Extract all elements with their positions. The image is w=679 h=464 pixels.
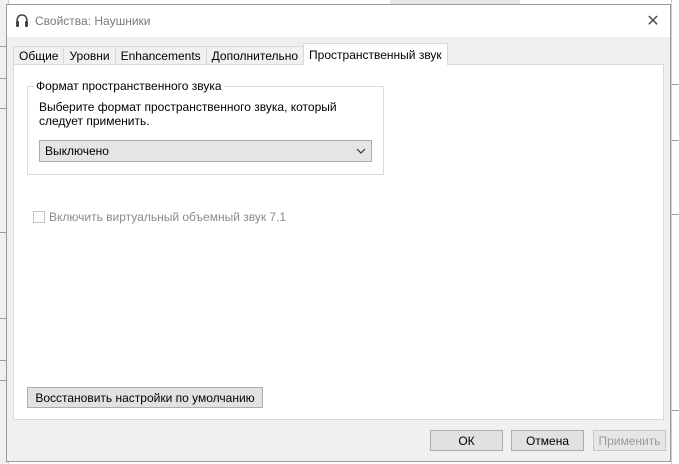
headphones-icon xyxy=(16,14,28,27)
tab-panel-spatial-sound: Формат пространственного звука Выберите … xyxy=(13,64,664,420)
properties-dialog: Свойства: Наушники ✕ Общие Уровни Enhanc… xyxy=(6,4,671,462)
cancel-button[interactable]: Отмена xyxy=(511,430,584,451)
tab-advanced[interactable]: Дополнительно xyxy=(205,46,305,65)
chevron-down-icon xyxy=(356,148,366,154)
ok-button[interactable]: ОК xyxy=(430,430,503,451)
background-window-right xyxy=(671,0,679,464)
tab-general[interactable]: Общие xyxy=(13,46,65,65)
tab-levels[interactable]: Уровни xyxy=(63,46,116,65)
spatial-format-dropdown[interactable]: Выключено xyxy=(39,140,372,162)
spatial-format-group-title: Формат пространственного звука xyxy=(34,79,224,93)
tab-spatial-sound[interactable]: Пространственный звук xyxy=(303,43,448,66)
window-title: Свойства: Наушники xyxy=(35,14,151,28)
spatial-format-group: Формат пространственного звука Выберите … xyxy=(27,79,384,175)
tab-enhancements[interactable]: Enhancements xyxy=(114,46,207,65)
tab-strip: Общие Уровни Enhancements Дополнительно … xyxy=(13,43,448,66)
close-icon: ✕ xyxy=(646,13,660,30)
spatial-format-description: Выберите формат пространственного звука,… xyxy=(39,100,337,128)
virtual-surround-option[interactable]: Включить виртуальный объемный звук 7.1 xyxy=(33,210,286,224)
spatial-format-value: Выключено xyxy=(45,144,109,158)
virtual-surround-checkbox[interactable] xyxy=(33,211,45,223)
virtual-surround-label: Включить виртуальный объемный звук 7.1 xyxy=(49,210,287,224)
close-button[interactable]: ✕ xyxy=(636,5,670,37)
apply-button[interactable]: Применить xyxy=(593,430,666,451)
title-bar[interactable]: Свойства: Наушники ✕ xyxy=(7,5,670,37)
restore-defaults-button[interactable]: Восстановить настройки по умолчанию xyxy=(27,387,263,408)
